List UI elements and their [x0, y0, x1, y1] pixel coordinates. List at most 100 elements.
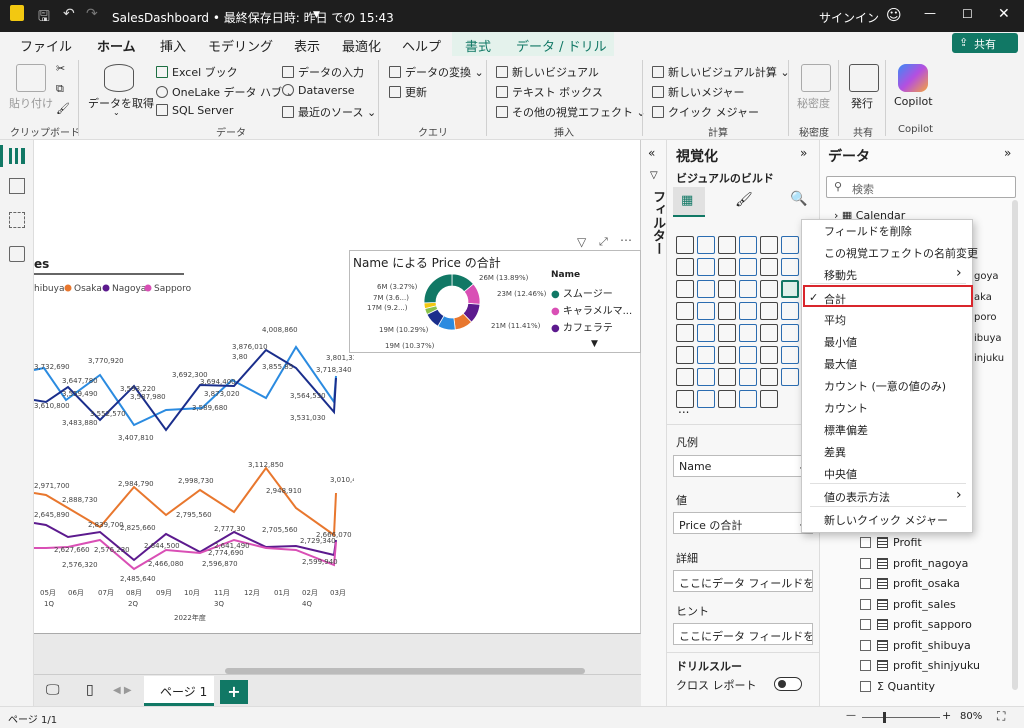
cross-report-toggle[interactable] [774, 677, 802, 691]
filter-visual-icon[interactable]: ▽ [577, 235, 586, 249]
visual-type-icon[interactable] [676, 280, 694, 298]
legend-well[interactable]: Name⌄ [673, 455, 813, 477]
collapse-viz-icon[interactable]: » [800, 146, 807, 160]
field-item[interactable]: profit_sales [860, 598, 956, 611]
visual-type-icon[interactable] [760, 236, 778, 254]
visual-type-icon[interactable] [718, 346, 736, 364]
tab-insert[interactable]: 挿入 [160, 36, 186, 55]
visual-type-icon[interactable] [781, 324, 799, 342]
tab-file[interactable]: ファイル [20, 36, 72, 55]
visual-type-icon[interactable] [718, 368, 736, 386]
visual-type-icon[interactable] [718, 390, 736, 408]
tab-format[interactable]: 書式 [465, 36, 491, 55]
zoom-in-icon[interactable]: + [942, 709, 951, 722]
field-item[interactable]: Profit [860, 536, 922, 549]
visual-type-icon[interactable] [697, 390, 715, 408]
table-view-icon[interactable] [9, 178, 25, 194]
page-prev-icon[interactable]: ◀ ▶ [113, 685, 132, 696]
maximize-icon[interactable]: ☐ [962, 7, 973, 21]
field-item[interactable]: Σ Quantity [860, 680, 935, 693]
enter-data-button[interactable]: データの入力 [282, 64, 364, 80]
field-item[interactable]: profit_sapporo [860, 618, 972, 631]
donut-visual-icon[interactable] [781, 280, 799, 298]
menu-item[interactable]: 中央値 [824, 466, 857, 482]
legend-scroll-down-icon[interactable]: ▼ [591, 339, 598, 349]
signin-link[interactable]: サインイン [819, 9, 879, 26]
field-checkbox[interactable] [860, 578, 871, 589]
visual-type-icon[interactable] [781, 346, 799, 364]
document-title[interactable]: SalesDashboard • 最終保存日時: 昨日 での 15:43 [112, 9, 394, 26]
menu-item[interactable]: 差異 [824, 444, 846, 460]
new-measure-button[interactable]: 新しいメジャー [652, 84, 744, 100]
textbox-button[interactable]: テキスト ボックス [496, 84, 603, 100]
field-item[interactable]: profit_shibuya [860, 639, 971, 652]
account-icon[interactable]: ☺ [886, 6, 902, 24]
visual-type-icon[interactable] [739, 236, 757, 254]
visual-type-icon[interactable] [739, 390, 757, 408]
visual-type-icon[interactable] [718, 324, 736, 342]
get-data-button[interactable]: データを取得 [88, 95, 154, 111]
analytics-icon[interactable]: 🔍 [790, 191, 807, 207]
visual-type-icon[interactable] [760, 390, 778, 408]
menu-item[interactable]: 最大値 [824, 356, 857, 372]
details-well[interactable]: ここにデータ フィールドを... [673, 570, 813, 592]
menu-item[interactable]: フィールドを削除 [824, 223, 912, 239]
collapse-data-icon[interactable]: » [1004, 146, 1011, 160]
values-well[interactable]: Price の合計⌄ [673, 512, 813, 534]
recent-sources-button[interactable]: 最近のソース ⌄ [282, 104, 376, 120]
visual-type-icon[interactable] [718, 280, 736, 298]
zoom-slider[interactable] [862, 717, 940, 718]
sql-server-button[interactable]: SQL Server [156, 104, 233, 117]
field-checkbox[interactable] [860, 619, 871, 630]
visual-type-icon[interactable] [676, 368, 694, 386]
visual-type-icon[interactable] [739, 368, 757, 386]
visual-type-icon[interactable] [781, 302, 799, 320]
visual-type-icon[interactable] [760, 280, 778, 298]
field-checkbox[interactable] [860, 680, 871, 692]
quick-measure-button[interactable]: クイック メジャー [652, 104, 759, 120]
visual-type-icon[interactable] [781, 236, 799, 254]
field-checkbox[interactable] [860, 639, 871, 651]
visual-type-icon[interactable] [739, 258, 757, 276]
minimize-icon[interactable]: — [924, 6, 936, 20]
paste-button[interactable]: 貼り付け [9, 95, 53, 111]
redo-icon[interactable]: ↷ [86, 6, 98, 22]
menu-item[interactable]: カウント (一意の値のみ) [824, 378, 946, 394]
new-visual-calc-button[interactable]: 新しいビジュアル計算 ⌄ [652, 64, 790, 80]
excel-button[interactable]: Excel ブック [156, 64, 238, 80]
field-checkbox[interactable] [860, 557, 871, 569]
visual-type-icon[interactable] [676, 236, 694, 254]
desktop-layout-icon[interactable]: 🖵 [46, 682, 60, 698]
menu-item[interactable]: この視覚エフェクトの名前変更 [824, 245, 978, 261]
title-dropdown-icon[interactable]: ▼ [313, 10, 320, 20]
tab-help[interactable]: ヘルプ [402, 36, 441, 55]
tab-home[interactable]: ホーム [97, 36, 136, 60]
visual-type-icon[interactable] [697, 236, 715, 254]
get-data-dropdown-icon[interactable]: ⌄ [113, 108, 120, 117]
visual-type-icon[interactable] [676, 346, 694, 364]
model-view-icon[interactable] [9, 212, 25, 228]
visual-type-icon[interactable] [697, 258, 715, 276]
menu-item[interactable]: 標準偏差 [824, 422, 868, 438]
visual-type-icon[interactable] [739, 302, 757, 320]
expand-filter-icon[interactable]: « [648, 146, 655, 160]
menu-item[interactable]: 移動先 [824, 267, 857, 283]
visual-type-icon[interactable] [760, 324, 778, 342]
visual-type-icon[interactable] [697, 280, 715, 298]
sensitivity-button[interactable]: 秘密度 [797, 95, 830, 111]
more-visuals-button[interactable]: その他の視覚エフェクト ⌄ [496, 104, 646, 120]
new-visual-button[interactable]: 新しいビジュアル [496, 64, 599, 80]
fit-page-icon[interactable]: ⛶ [997, 709, 1005, 724]
visual-type-icon[interactable] [697, 324, 715, 342]
menu-item[interactable]: 平均 [824, 312, 846, 328]
field-checkbox[interactable] [860, 537, 871, 548]
transform-data-button[interactable]: データの変換 ⌄ [389, 64, 484, 80]
tab-optimize[interactable]: 最適化 [342, 36, 381, 55]
dax-view-icon[interactable] [9, 246, 25, 262]
tab-view[interactable]: 表示 [294, 36, 320, 55]
data-pane-scrollbar[interactable] [1012, 200, 1018, 690]
field-item[interactable]: profit_shinjyuku [860, 659, 980, 672]
close-icon[interactable]: ✕ [998, 6, 1010, 22]
menu-item[interactable]: カウント [824, 400, 868, 416]
visual-type-icon[interactable] [760, 302, 778, 320]
